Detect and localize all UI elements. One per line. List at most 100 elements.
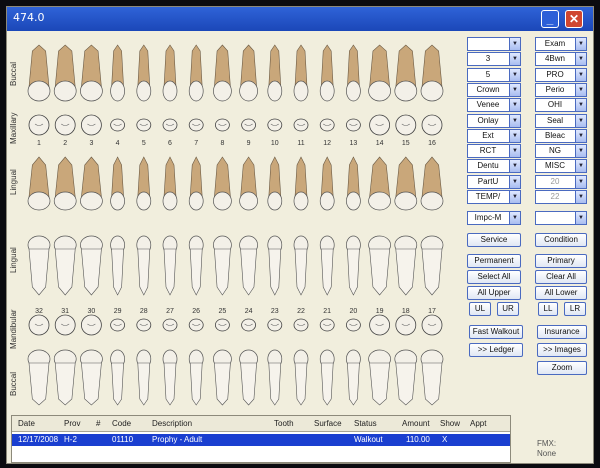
ledger-button[interactable]: >> Ledger (469, 343, 523, 357)
tooth-upper-lingual[interactable] (53, 156, 77, 211)
tooth-lower-occlusal[interactable] (162, 318, 178, 332)
tooth-lower-buccal[interactable] (420, 349, 444, 406)
tooth-upper-lingual[interactable] (136, 156, 152, 211)
left-procedure-dropdown[interactable]: RCT ▼ (467, 144, 521, 159)
tooth-upper-occlusal[interactable] (421, 114, 443, 136)
right-procedure-dropdown[interactable]: 22 ▼ (535, 190, 587, 204)
tooth-lower-buccal[interactable] (213, 349, 232, 406)
fast-walkout-button[interactable]: Fast Walkout (469, 325, 523, 339)
tooth-lower-buccal[interactable] (136, 349, 152, 406)
close-button[interactable]: ✕ (565, 10, 583, 28)
tooth-lower-lingual[interactable] (27, 235, 51, 296)
tooth-lower-buccal[interactable] (53, 349, 77, 406)
tooth-upper-occlusal[interactable] (369, 114, 391, 136)
tooth-upper-lingual[interactable] (319, 156, 335, 211)
tooth-lower-occlusal[interactable] (136, 318, 152, 332)
tooth-upper-buccal[interactable] (267, 44, 283, 102)
tooth-upper-lingual[interactable] (394, 156, 418, 211)
all-lower-button[interactable]: All Lower (535, 286, 587, 300)
tooth-upper-occlusal[interactable] (395, 114, 417, 136)
tooth-upper-occlusal[interactable] (110, 118, 125, 132)
tooth-lower-lingual[interactable] (53, 235, 77, 296)
insurance-button[interactable]: Insurance (537, 325, 587, 339)
tooth-lower-lingual[interactable] (394, 235, 418, 296)
minimize-button[interactable]: _ (541, 10, 559, 28)
tooth-lower-occlusal[interactable] (81, 314, 102, 336)
left-procedure-dropdown[interactable]: Onlay ▼ (467, 113, 521, 128)
tooth-lower-occlusal[interactable] (241, 318, 257, 332)
tooth-upper-lingual[interactable] (80, 156, 103, 211)
primary-button[interactable]: Primary (535, 254, 587, 268)
tooth-lower-lingual[interactable] (420, 235, 444, 296)
tooth-upper-buccal[interactable] (239, 44, 258, 102)
tooth-upper-lingual[interactable] (110, 156, 125, 211)
tooth-lower-lingual[interactable] (346, 235, 361, 296)
right-procedure-dropdown[interactable]: Exam ▼ (535, 37, 587, 51)
tooth-lower-buccal[interactable] (319, 349, 335, 406)
lr-button[interactable]: LR (564, 302, 586, 316)
tooth-upper-occlusal[interactable] (81, 114, 102, 136)
left-procedure-dropdown[interactable]: Dentu ▼ (467, 159, 521, 174)
ul-button[interactable]: UL (469, 302, 491, 316)
tooth-lower-buccal[interactable] (80, 349, 103, 406)
tooth-upper-buccal[interactable] (188, 44, 204, 102)
tooth-upper-buccal[interactable] (136, 44, 152, 102)
tooth-lower-buccal[interactable] (188, 349, 204, 406)
right-procedure-dropdown[interactable]: Seal ▼ (535, 113, 587, 128)
tooth-lower-occlusal[interactable] (188, 318, 204, 332)
tooth-upper-occlusal[interactable] (345, 118, 361, 132)
tooth-lower-lingual[interactable] (293, 235, 309, 296)
tooth-upper-occlusal[interactable] (241, 118, 257, 132)
tooth-upper-lingual[interactable] (27, 156, 51, 211)
tooth-upper-buccal[interactable] (162, 44, 178, 102)
select-all-button[interactable]: Select All (467, 270, 521, 284)
tooth-lower-occlusal[interactable] (214, 318, 230, 332)
tooth-lower-lingual[interactable] (267, 235, 283, 296)
tooth-upper-buccal[interactable] (368, 44, 391, 102)
tooth-chart[interactable] (7, 7, 467, 412)
right-procedure-dropdown[interactable]: Bleac ▼ (535, 128, 587, 143)
tooth-lower-buccal[interactable] (239, 349, 258, 406)
tooth-upper-lingual[interactable] (420, 156, 444, 211)
tooth-upper-buccal[interactable] (27, 44, 51, 102)
ur-button[interactable]: UR (497, 302, 519, 316)
tooth-lower-buccal[interactable] (368, 349, 391, 406)
tooth-upper-buccal[interactable] (110, 44, 125, 102)
tooth-upper-occlusal[interactable] (136, 118, 152, 132)
tooth-upper-buccal[interactable] (293, 44, 309, 102)
left-procedure-dropdown[interactable]: Venee ▼ (467, 98, 521, 113)
tooth-lower-buccal[interactable] (394, 349, 418, 406)
condition-button[interactable]: Condition (535, 233, 587, 247)
tooth-upper-occlusal[interactable] (188, 118, 204, 132)
tooth-lower-buccal[interactable] (267, 349, 283, 406)
right-procedure-dropdown[interactable]: Perio ▼ (535, 82, 587, 97)
left-procedure-dropdown[interactable]: 3 ▼ (467, 52, 521, 67)
tooth-lower-occlusal[interactable] (28, 314, 50, 336)
left-procedure-dropdown[interactable]: Ext ▼ (467, 128, 521, 143)
tooth-lower-occlusal[interactable] (54, 314, 76, 336)
tooth-lower-buccal[interactable] (346, 349, 361, 406)
tooth-lower-lingual[interactable] (213, 235, 232, 296)
blank-dropdown[interactable]: ▼ (535, 211, 587, 225)
tooth-upper-occlusal[interactable] (267, 118, 283, 132)
tooth-lower-buccal[interactable] (110, 349, 125, 406)
tooth-lower-occlusal[interactable] (421, 314, 443, 336)
tooth-upper-buccal[interactable] (394, 44, 418, 102)
service-button[interactable]: Service (467, 233, 521, 247)
tooth-upper-lingual[interactable] (239, 156, 258, 211)
left-procedure-dropdown[interactable]: TEMP/ ▼ (467, 190, 521, 204)
tooth-upper-lingual[interactable] (293, 156, 309, 211)
tooth-upper-buccal[interactable] (53, 44, 77, 102)
permanent-button[interactable]: Permanent (467, 254, 521, 268)
right-procedure-dropdown[interactable]: MISC ▼ (535, 159, 587, 174)
tooth-upper-buccal[interactable] (346, 44, 361, 102)
right-procedure-dropdown[interactable]: NG ▼ (535, 144, 587, 159)
tooth-upper-lingual[interactable] (188, 156, 204, 211)
tooth-upper-buccal[interactable] (80, 44, 103, 102)
tooth-lower-occlusal[interactable] (110, 318, 125, 332)
tooth-upper-buccal[interactable] (213, 44, 232, 102)
tooth-lower-lingual[interactable] (80, 235, 103, 296)
table-row[interactable]: 12/17/2008 H-2 01110 Prophy - Adult Walk… (12, 434, 510, 446)
tooth-upper-occlusal[interactable] (214, 118, 230, 132)
tooth-lower-buccal[interactable] (162, 349, 178, 406)
